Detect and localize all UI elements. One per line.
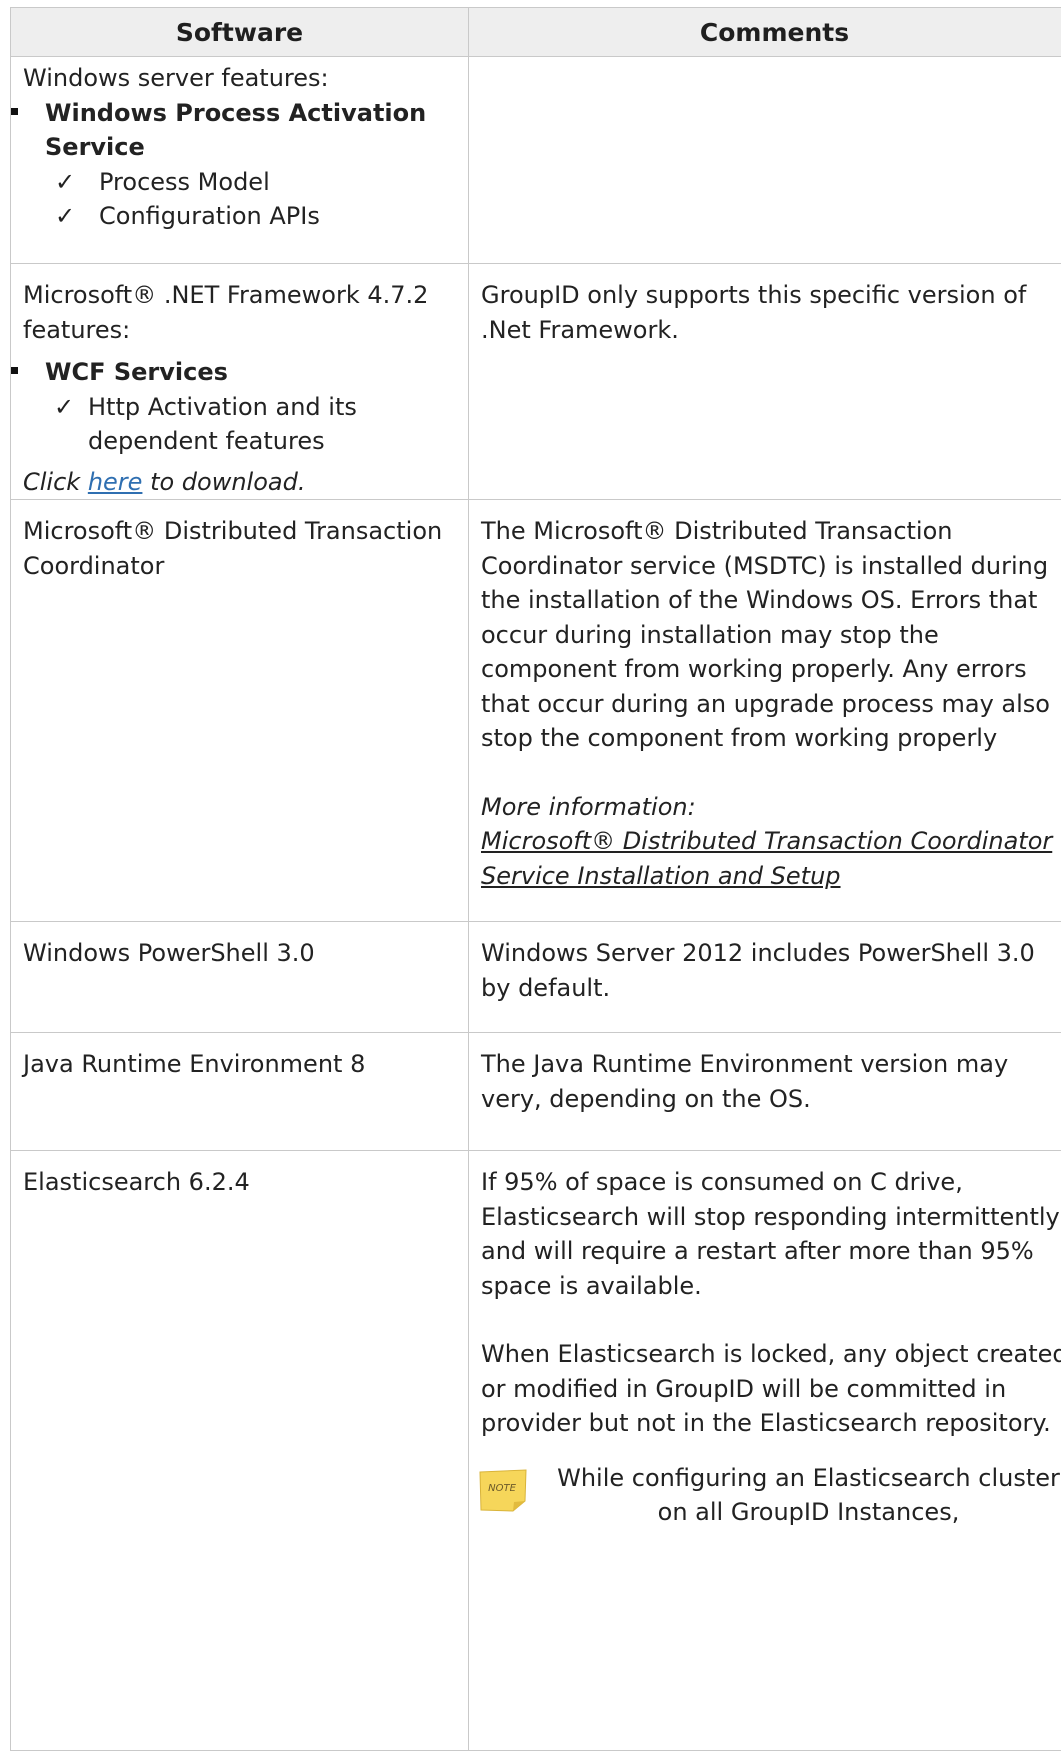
note-callout: NOTE While configuring an Elasticsearch … (481, 1461, 1061, 1530)
checkmark-icon: ✓ (55, 165, 75, 200)
software-name-suffix: features: (23, 313, 456, 348)
comments-cell (469, 57, 1061, 264)
comments-cell: The Java Runtime Environment version may… (469, 1033, 1061, 1151)
header-comments: Comments (469, 8, 1061, 57)
note-text: While configuring an Elasticsearch clust… (549, 1461, 1061, 1530)
table-row: Windows server features: Windows Process… (11, 57, 1061, 264)
comments-paragraph: When Elasticsearch is locked, any object… (481, 1337, 1061, 1441)
header-software: Software (11, 8, 469, 57)
msdtc-setup-link[interactable]: Microsoft® Distributed Transaction Coord… (481, 827, 1052, 890)
comments-cell: The Microsoft® Distributed Transaction C… (469, 500, 1061, 922)
comments-text (469, 57, 1061, 63)
software-requirements-table: Software Comments Windows server feature… (10, 7, 1061, 1751)
list-item: WCF Services (11, 355, 456, 390)
software-cell: Windows server features: Windows Process… (11, 57, 469, 264)
comments-text: GroupID only supports this specific vers… (481, 278, 1061, 347)
comments-paragraph: If 95% of space is consumed on C drive, … (481, 1165, 1061, 1303)
feature-name: WCF Services (45, 358, 228, 386)
square-bullet-icon (11, 108, 18, 115)
download-line: Click here to download. (23, 465, 456, 500)
table-row: Elasticsearch 6.2.4 If 95% of space is c… (11, 1151, 1061, 1751)
software-cell: Java Runtime Environment 8 (11, 1033, 469, 1151)
table-header-row: Software Comments (11, 8, 1061, 57)
table-row: Microsoft® Distributed Transaction Coord… (11, 500, 1061, 922)
comments-text: The Microsoft® Distributed Transaction C… (481, 514, 1061, 756)
software-name: Microsoft® Distributed Transaction Coord… (23, 514, 456, 583)
list-item: ✓ Http Activation and its dependent feat… (23, 390, 456, 459)
more-info-label: More information: (481, 790, 1061, 825)
list-item: ✓ Configuration APIs (23, 199, 456, 234)
software-intro: Windows server features: (23, 61, 456, 96)
square-bullet-icon (11, 367, 18, 374)
sticky-note-icon: NOTE (477, 1467, 529, 1513)
note-icon-label: NOTE (488, 1483, 516, 1494)
document-page: Software Comments Windows server feature… (10, 7, 1061, 1751)
software-name: Windows PowerShell 3.0 (23, 936, 456, 971)
comments-cell: If 95% of space is consumed on C drive, … (469, 1151, 1061, 1751)
download-link[interactable]: here (88, 468, 143, 496)
list-item: Windows Process Activation Service (11, 96, 456, 165)
software-cell: Microsoft® .NET Framework 4.7.2 features… (11, 264, 469, 500)
checkmark-icon: ✓ (54, 390, 74, 425)
software-name: Microsoft® .NET Framework 4.7.2 (23, 278, 456, 313)
comments-text: Windows Server 2012 includes PowerShell … (481, 936, 1061, 1005)
software-cell: Windows PowerShell 3.0 (11, 922, 469, 1033)
software-cell: Elasticsearch 6.2.4 (11, 1151, 469, 1751)
software-name: Java Runtime Environment 8 (23, 1047, 456, 1082)
table-row: Windows PowerShell 3.0 Windows Server 20… (11, 922, 1061, 1033)
comments-cell: GroupID only supports this specific vers… (469, 264, 1061, 500)
checkmark-icon: ✓ (55, 199, 75, 234)
table-row: Microsoft® .NET Framework 4.7.2 features… (11, 264, 1061, 500)
comments-cell: Windows Server 2012 includes PowerShell … (469, 922, 1061, 1033)
software-name: Elasticsearch 6.2.4 (23, 1165, 456, 1200)
feature-name: Windows Process Activation Service (45, 99, 426, 162)
download-suffix: to download. (142, 468, 305, 496)
subfeature-name: Http Activation and its dependent featur… (88, 393, 357, 456)
table-row: Java Runtime Environment 8 The Java Runt… (11, 1033, 1061, 1151)
list-item: ✓ Process Model (23, 165, 456, 200)
subfeature-name: Process Model (99, 168, 270, 196)
comments-text: The Java Runtime Environment version may… (481, 1047, 1061, 1116)
download-prefix: Click (23, 468, 88, 496)
software-cell: Microsoft® Distributed Transaction Coord… (11, 500, 469, 922)
subfeature-name: Configuration APIs (99, 202, 320, 230)
